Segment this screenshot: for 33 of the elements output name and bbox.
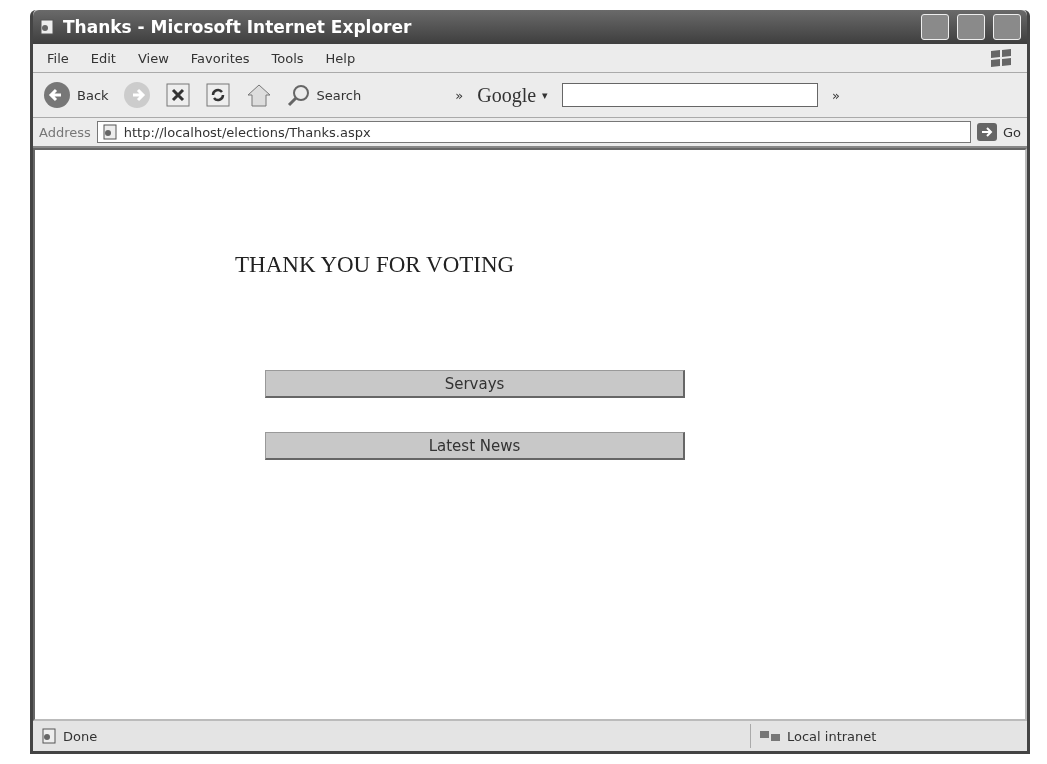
google-search-field[interactable] bbox=[562, 83, 819, 107]
toolbar-chevron[interactable]: » bbox=[455, 87, 464, 103]
search-icon bbox=[286, 83, 311, 107]
google-chevron[interactable]: » bbox=[832, 87, 841, 103]
google-button[interactable]: Google ▾ bbox=[477, 83, 549, 107]
stop-button[interactable] bbox=[164, 82, 191, 108]
status-text: Done bbox=[63, 728, 99, 744]
page-button[interactable]: Latest News bbox=[265, 432, 685, 460]
menu-item[interactable]: Help bbox=[325, 50, 356, 66]
network-icon bbox=[759, 728, 781, 744]
page-heading: THANK YOU FOR VOTING bbox=[235, 252, 516, 278]
window-title: Thanks - Microsoft Internet Explorer bbox=[63, 17, 413, 37]
address-field[interactable]: http://localhost/elections/Thanks.aspx bbox=[96, 121, 971, 143]
page-icon bbox=[41, 728, 57, 744]
menu-item[interactable]: File bbox=[47, 50, 69, 66]
menu-item[interactable]: Favorites bbox=[190, 50, 250, 66]
menu-item[interactable]: Edit bbox=[90, 50, 116, 66]
address-label: Address bbox=[39, 124, 91, 140]
page-icon bbox=[39, 19, 55, 35]
menu-item[interactable]: View bbox=[137, 50, 169, 66]
minimize-button[interactable] bbox=[921, 14, 949, 40]
security-zone: Local intranet bbox=[750, 724, 1019, 748]
forward-button[interactable] bbox=[122, 81, 151, 109]
go-button[interactable]: Go bbox=[976, 123, 1021, 141]
back-button[interactable]: Back bbox=[43, 81, 109, 109]
windows-logo-icon bbox=[989, 47, 1013, 69]
menu-item[interactable]: Tools bbox=[271, 50, 304, 66]
close-button[interactable] bbox=[993, 14, 1021, 40]
search-button[interactable]: Search bbox=[286, 83, 362, 107]
page-button[interactable]: Servays bbox=[265, 370, 685, 398]
page-icon bbox=[101, 124, 118, 140]
maximize-button[interactable] bbox=[957, 14, 985, 40]
refresh-button[interactable] bbox=[204, 82, 231, 108]
